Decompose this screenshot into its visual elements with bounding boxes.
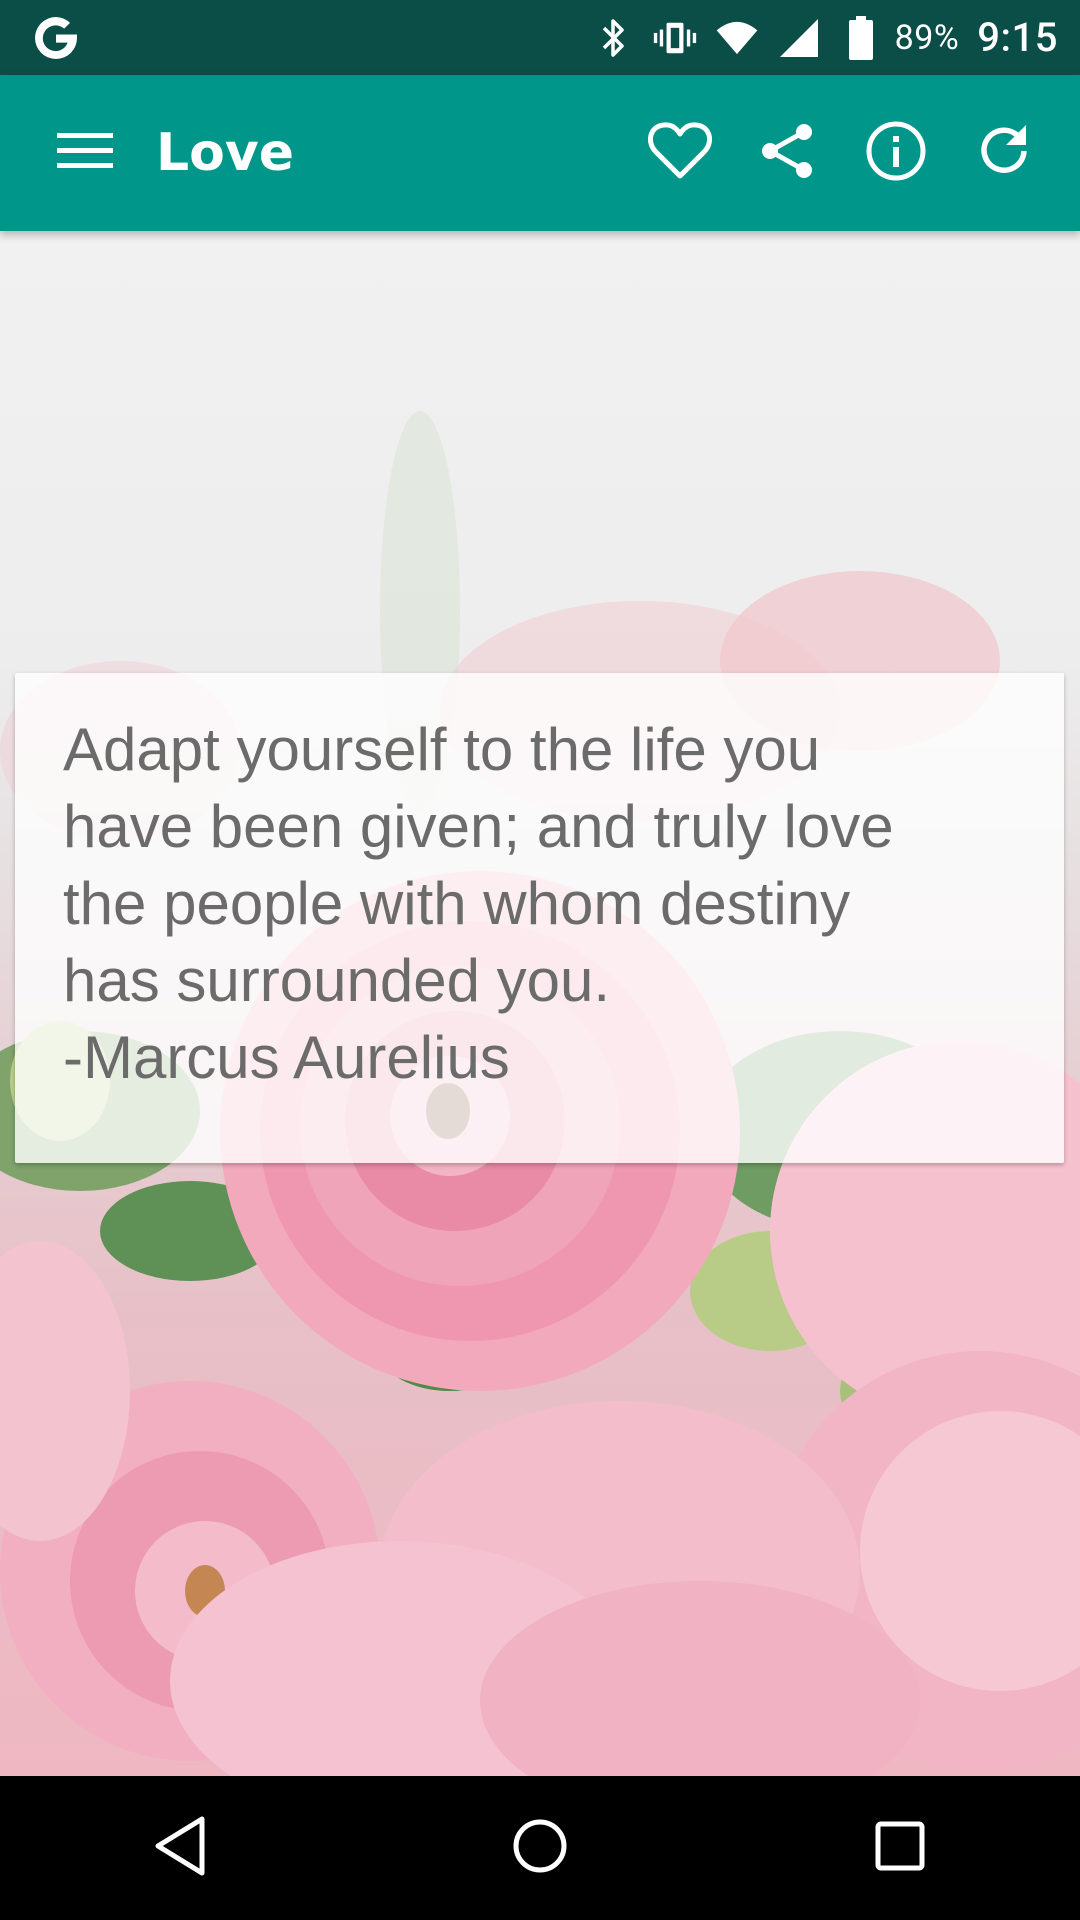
recents-icon	[873, 1819, 927, 1877]
status-indicators: 89% 9:15	[591, 0, 1058, 75]
refresh-icon	[974, 121, 1034, 185]
share-icon	[758, 121, 818, 185]
wifi-icon	[715, 16, 759, 60]
heart-icon	[647, 121, 713, 185]
bluetooth-icon	[591, 16, 635, 60]
share-button[interactable]	[734, 103, 842, 203]
recents-button[interactable]	[825, 1788, 975, 1908]
navigation-bar	[0, 1776, 1080, 1920]
refresh-button[interactable]	[950, 103, 1058, 203]
menu-button[interactable]	[40, 117, 130, 189]
app-bar: Love	[0, 75, 1080, 231]
hamburger-menu-icon	[55, 129, 115, 177]
quote-card: Adapt yourself to the life you have been…	[15, 673, 1064, 1163]
vibrate-icon	[653, 16, 697, 60]
back-icon	[152, 1815, 208, 1881]
clock: 9:15	[977, 14, 1058, 61]
background-image: Adapt yourself to the life you have been…	[0, 231, 1080, 1776]
page-title: Love	[156, 123, 295, 183]
home-button[interactable]	[465, 1788, 615, 1908]
home-icon	[510, 1816, 570, 1880]
battery-percent: 89%	[894, 17, 960, 58]
back-button[interactable]	[105, 1788, 255, 1908]
cell-signal-icon	[777, 16, 821, 60]
battery-icon	[839, 15, 883, 60]
app-bar-actions	[626, 103, 1058, 203]
favorite-button[interactable]	[626, 103, 734, 203]
info-button[interactable]	[842, 103, 950, 203]
info-icon	[865, 120, 927, 186]
google-g-icon	[28, 10, 84, 66]
status-bar: 89% 9:15	[0, 0, 1080, 75]
quote-text: Adapt yourself to the life you have been…	[63, 716, 894, 1091]
